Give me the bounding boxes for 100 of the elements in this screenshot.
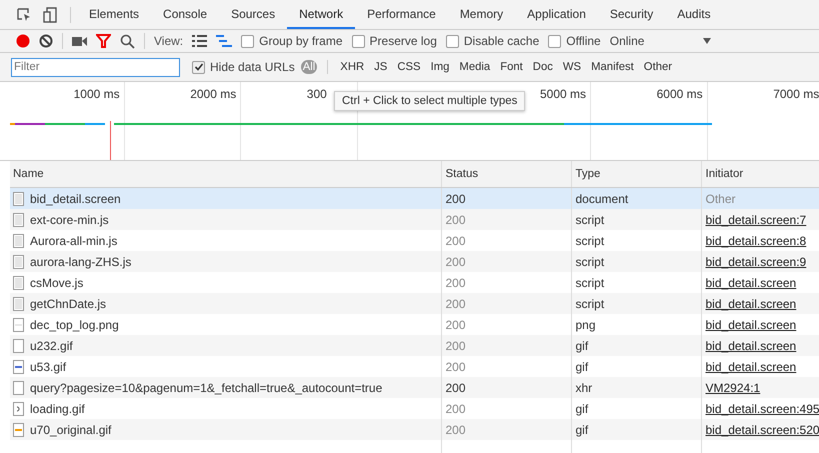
type-cell: script [571,209,701,230]
file-icon [13,338,24,352]
time-tick-label: 2000 ms [190,87,236,101]
checkbox-label: Disable cache [464,34,540,48]
filter-icon[interactable] [96,34,111,48]
list-view-icon[interactable] [192,35,208,47]
checkbox-label: Group by frame [259,34,343,48]
type-filter-button[interactable]: Font [498,60,525,74]
panel-tab[interactable]: Audits [665,0,723,29]
time-tick-label: 6000 ms [656,87,703,101]
initiator-link[interactable]: bid_detail.screen [706,318,796,332]
initiator-cell: Other [706,192,736,206]
file-icon [13,360,24,374]
file-icon [13,192,24,206]
request-name: u70_original.gif [30,422,112,436]
status-cell: 200 [441,377,571,398]
request-name: getChnDate.js [30,296,106,310]
device-toolbar-icon[interactable] [42,6,58,22]
checkbox[interactable] [192,60,205,74]
request-name: u53.gif [30,360,66,374]
time-tick-label: 7000 ms [773,87,819,101]
file-icon [13,422,24,436]
request-row[interactable]: u232.gif 200 gif bid_detail.screen [10,335,819,356]
request-name: ext-core-min.js [30,212,109,226]
record-icon[interactable] [16,34,30,48]
initiator-link[interactable]: bid_detail.screen:7 [706,212,806,226]
initiator-link[interactable]: bid_detail.screen:495 [706,402,819,416]
panel-tab[interactable]: Performance [355,0,448,29]
waterfall-view-icon[interactable] [216,35,232,47]
inspect-element-icon[interactable] [16,6,32,22]
type-filter-button[interactable]: Img [428,60,452,74]
filter-input[interactable]: Filter [11,58,180,76]
panel-tab[interactable]: Security [598,0,666,29]
request-name: loading.gif [30,402,85,416]
file-icon [13,402,24,416]
column-header[interactable]: Status [441,161,571,188]
column-header[interactable]: Name [10,161,441,188]
view-label: View: [154,34,184,48]
type-cell: script [571,293,701,314]
type-cell: xhr [571,377,701,398]
request-row[interactable]: bid_detail.screen 200 document Other [10,188,819,209]
search-icon[interactable] [120,34,135,48]
clear-icon[interactable] [39,34,53,48]
type-filter-button[interactable]: Doc [530,60,555,74]
file-icon [13,380,24,394]
initiator-link[interactable]: bid_detail.screen:520 [706,422,819,436]
status-cell: 200 [441,251,571,272]
initiator-link[interactable]: VM2924:1 [706,380,760,394]
time-tick-label: 1000 ms [74,87,120,101]
type-cell: gif [571,335,701,356]
panel-tab[interactable]: Sources [219,0,288,29]
request-row[interactable]: aurora-lang-ZHS.js 200 script bid_detail.screen:9 [10,251,819,272]
request-name: aurora-lang-ZHS.js [30,254,132,268]
type-filter-button[interactable]: Manifest [589,60,636,74]
tooltip: Ctrl + Click to select multiple types [334,91,526,111]
file-icon [13,254,24,268]
file-icon [13,276,24,290]
type-filter-button[interactable]: JS [372,60,390,74]
status-cell: 200 [441,293,571,314]
checkbox-label: Hide data URLs [210,60,295,74]
panel-tab[interactable]: Elements [77,0,152,29]
type-filter-button[interactable]: CSS [395,60,423,74]
file-icon [13,296,24,310]
checkbox[interactable] [241,34,254,48]
checkbox[interactable] [548,34,562,48]
panel-tab[interactable]: Console [151,0,220,29]
request-row[interactable]: u70_original.gif 200 gif bid_detail.screen:520 [10,419,819,440]
type-filter-button[interactable]: XHR [338,60,366,74]
column-header[interactable]: Type [571,161,701,188]
status-cell: 200 [441,419,571,440]
dropdown-caret-icon[interactable] [703,38,712,44]
initiator-link[interactable]: bid_detail.screen [706,276,796,290]
time-tick-label: 5000 ms [540,87,586,101]
request-name: u232.gif [30,338,73,352]
request-name: Aurora-all-min.js [30,234,118,248]
status-cell: 200 [441,209,571,230]
type-filter-button[interactable]: Media [457,60,492,74]
initiator-link[interactable]: bid_detail.screen [706,360,796,374]
initiator-link[interactable]: bid_detail.screen:8 [706,234,806,248]
video-camera-icon[interactable] [72,36,87,46]
panel-tab[interactable]: Application [515,0,598,29]
request-name: query?pagesize=10&pagenum=1&_fetchall=true&_autocount=true [30,380,382,394]
throttle-select[interactable]: Online [610,34,644,48]
checkbox[interactable] [446,34,459,48]
column-header[interactable]: Initiator [701,161,819,188]
type-cell: script [571,251,701,272]
type-filter-button[interactable]: Other [642,60,674,74]
request-row[interactable]: query?pagesize=10&pagenum=1&_fetchall=true&_autocount=true 200 xhr VM2924:1 [10,377,819,398]
request-row[interactable]: getChnDate.js 200 script bid_detail.screen [10,293,819,314]
initiator-link[interactable]: bid_detail.screen:9 [706,254,806,268]
checkbox[interactable] [352,34,365,48]
type-filter-button[interactable]: WS [560,60,584,74]
request-row[interactable]: ext-core-min.js 200 script bid_detail.screen:7 [10,209,819,230]
initiator-link[interactable]: bid_detail.screen [706,338,796,352]
panel-tab[interactable]: Memory [448,0,516,29]
checkbox-label: Preserve log [370,34,437,48]
file-icon [13,234,24,248]
initiator-link[interactable]: bid_detail.screen [706,296,796,310]
file-icon [13,212,24,226]
type-cell: gif [571,419,701,440]
